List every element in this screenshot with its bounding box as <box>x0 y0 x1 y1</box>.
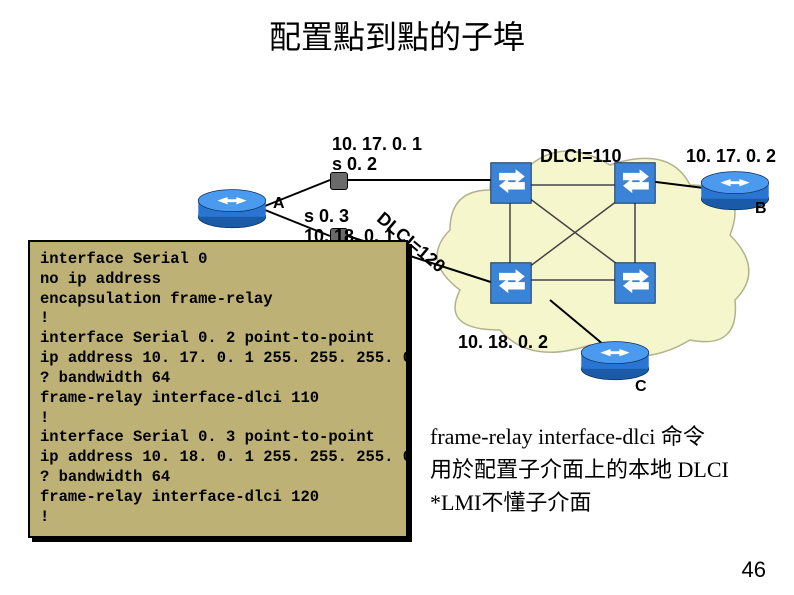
router-c-label: C <box>635 378 647 396</box>
note-line-1: frame-relay interface-dlci 命令 <box>430 420 780 453</box>
label-s02-ip: 10. 17. 0. 1 <box>332 134 422 155</box>
router-c-icon <box>578 338 652 382</box>
fr-switch-tl <box>488 160 534 206</box>
label-c-ip: 10. 18. 0. 2 <box>458 332 548 353</box>
explanation-text: frame-relay interface-dlci 命令 用於配置子介面上的本… <box>430 420 780 519</box>
router-a-icon <box>195 186 269 230</box>
label-s03-if: s 0. 3 <box>304 206 349 227</box>
fr-switch-bl <box>488 260 534 306</box>
router-b-label: B <box>755 200 767 218</box>
cli-config-block: interface Serial 0 no ip address encapsu… <box>28 240 408 538</box>
router-a-label: A <box>273 195 285 213</box>
page-number: 46 <box>742 557 766 583</box>
label-s02-if: s 0. 2 <box>332 154 377 175</box>
fr-switch-br <box>612 260 658 306</box>
note-line-2: 用於配置子介面上的本地 DLCI <box>430 453 780 486</box>
note-line-3: *LMI不懂子介面 <box>430 486 780 519</box>
label-dlci110: DLCI=110 <box>540 146 622 167</box>
label-b-ip: 10. 17. 0. 2 <box>686 146 776 167</box>
slide-title: 配置點到點的子埠 <box>0 12 794 58</box>
